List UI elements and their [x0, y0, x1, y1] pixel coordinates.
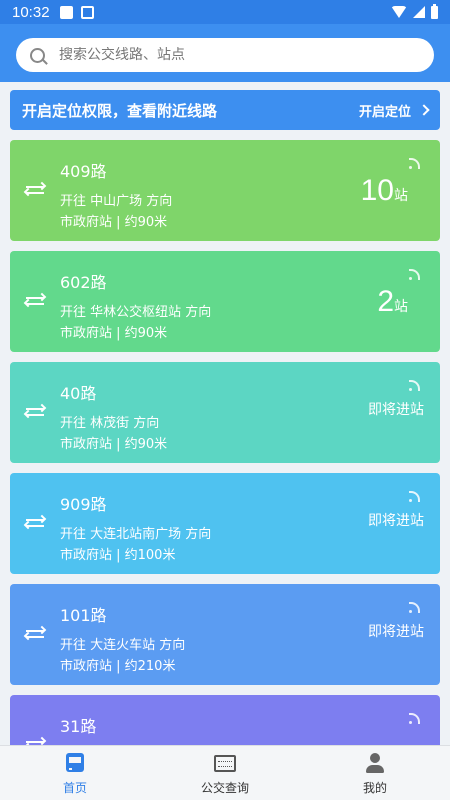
route-name: 31路 [60, 717, 97, 736]
route-direction: 开往 大连火车站 方向 [60, 638, 186, 653]
line-card[interactable]: 409路 开往 中山广场 方向 市政府站 | 约90米 10 站 [10, 140, 440, 241]
arrival-info: 2 站 [377, 287, 408, 317]
stop-distance: 市政府站 | 约90米 [60, 326, 168, 341]
realtime-signal-icon [409, 602, 420, 613]
chevron-right-icon [418, 104, 430, 116]
realtime-signal-icon [409, 269, 420, 280]
tab-label: 公交查询 [200, 781, 249, 795]
line-card[interactable]: 602路 开往 华林公交枢纽站 方向 市政府站 | 约90米 2 站 [10, 251, 440, 352]
bottom-tab-bar: 首页 公交查询 我的 [0, 745, 450, 800]
realtime-signal-icon [409, 491, 420, 502]
swap-direction-icon[interactable] [23, 291, 47, 311]
swap-direction-icon[interactable] [23, 624, 47, 644]
line-card[interactable]: 31路 [10, 695, 440, 745]
battery-icon [431, 3, 438, 19]
enable-location-label: 开启定位 [358, 104, 411, 120]
arrival-status: 即将进站 [368, 402, 424, 418]
stop-distance: 市政府站 | 约90米 [60, 215, 168, 230]
screen-icon [214, 755, 236, 772]
search-input[interactable] [59, 47, 399, 63]
header [0, 24, 450, 82]
line-card[interactable]: 101路 开往 大连火车站 方向 市政府站 | 约210米 即将进站 [10, 584, 440, 685]
swap-direction-icon[interactable] [23, 180, 47, 200]
route-name: 40路 [60, 384, 97, 403]
app-notification-icon [80, 5, 94, 19]
arrival-info: 即将进站 [352, 398, 424, 418]
arrival-info: 10 站 [361, 176, 408, 206]
clock: 10:32 [12, 3, 50, 21]
stops-unit: 站 [394, 188, 408, 204]
tab-label: 我的 [362, 781, 387, 795]
notification-icon [59, 5, 73, 19]
nearby-lines-list: 409路 开往 中山广场 方向 市政府站 | 约90米 10 站 602路 开往… [10, 140, 440, 745]
search-icon [30, 47, 45, 63]
arrival-status: 即将进站 [368, 513, 424, 529]
arrival-info: 即将进站 [352, 509, 424, 529]
signal-icon [413, 6, 425, 18]
wifi-icon [391, 6, 407, 18]
stop-distance: 市政府站 | 约90米 [60, 437, 168, 452]
line-card[interactable]: 40路 开往 林茂街 方向 市政府站 | 约90米 即将进站 [10, 362, 440, 463]
route-direction: 开往 中山广场 方向 [60, 194, 173, 209]
location-banner[interactable]: 开启定位权限，查看附近线路 开启定位 [10, 90, 440, 130]
route-name: 409路 [60, 162, 107, 181]
route-direction: 开往 华林公交枢纽站 方向 [60, 305, 212, 320]
route-name: 602路 [60, 273, 107, 292]
realtime-signal-icon [409, 713, 420, 724]
route-direction: 开往 大连北站南广场 方向 [60, 527, 212, 542]
realtime-signal-icon [409, 158, 420, 169]
arrival-info: 即将进站 [352, 620, 424, 640]
tab-label: 首页 [62, 781, 87, 795]
tab-mine[interactable]: 我的 [300, 746, 450, 800]
route-name: 909路 [60, 495, 107, 514]
route-name: 101路 [60, 606, 107, 625]
arrival-status: 即将进站 [368, 624, 424, 640]
tab-home[interactable]: 首页 [0, 746, 150, 800]
line-card[interactable]: 909路 开往 大连北站南广场 方向 市政府站 | 约100米 即将进站 [10, 473, 440, 574]
bus-icon [66, 753, 87, 772]
swap-direction-icon[interactable] [23, 402, 47, 422]
user-icon [366, 753, 384, 773]
stop-distance: 市政府站 | 约100米 [60, 548, 176, 563]
enable-location-button[interactable]: 开启定位 [358, 101, 430, 120]
swap-direction-icon[interactable] [23, 513, 47, 533]
realtime-signal-icon [409, 380, 420, 391]
stops-away: 2 [377, 285, 394, 318]
stops-away: 10 [360, 174, 394, 207]
route-direction: 开往 林茂街 方向 [60, 416, 160, 431]
search-bar[interactable] [16, 38, 434, 72]
tab-bus-query[interactable]: 公交查询 [150, 746, 300, 800]
swap-direction-icon[interactable] [23, 735, 47, 745]
stops-unit: 站 [394, 299, 408, 315]
status-bar: 10:32 [0, 0, 450, 24]
stop-distance: 市政府站 | 约210米 [60, 659, 176, 674]
location-message: 开启定位权限，查看附近线路 [22, 101, 218, 120]
